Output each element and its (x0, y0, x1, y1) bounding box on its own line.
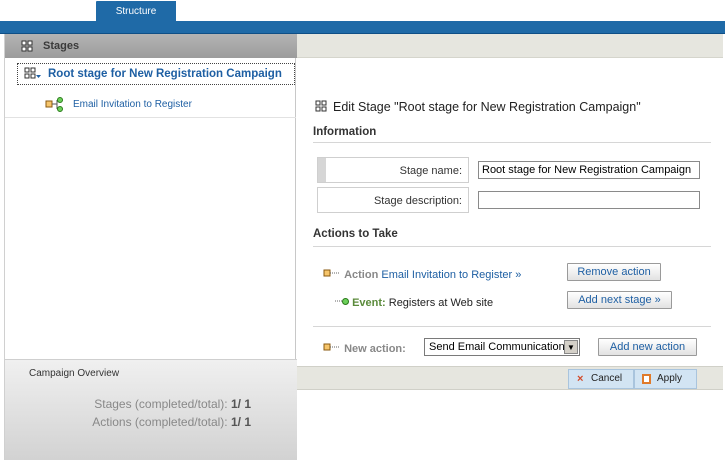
stage-name-input[interactable] (478, 161, 700, 179)
chevron-down-icon[interactable]: ▼ (564, 340, 578, 354)
apply-icon (642, 374, 651, 384)
cancel-button-label: Cancel (591, 373, 623, 384)
apply-button[interactable]: Apply (634, 369, 697, 389)
stages-panel: Stages Root stage for New Registration C… (4, 34, 297, 460)
actions-progress-value: 1/ 1 (230, 415, 251, 429)
event-row: Event: Registers at Web site (335, 297, 493, 309)
top-tab-bar: Structure (0, 0, 725, 22)
cancel-button[interactable]: × Cancel (568, 369, 634, 389)
action-connector-icon (323, 269, 344, 281)
stage-description-input[interactable] (478, 191, 700, 209)
add-next-stage-button[interactable]: Add next stage » (567, 291, 672, 309)
tab-structure[interactable]: Structure (96, 1, 176, 22)
remove-action-button[interactable]: Remove action (567, 263, 661, 281)
tree-item-root-stage[interactable]: Root stage for New Registration Campaign (17, 63, 295, 85)
edit-stage-footer: × Cancel Apply (297, 366, 723, 390)
header-band (0, 21, 725, 34)
new-action-label: New action: (344, 343, 406, 355)
information-heading: Information (313, 126, 377, 138)
page-title: Edit Stage "Root stage for New Registrat… (315, 100, 641, 115)
actions-progress-label: Actions (completed/total): (92, 415, 228, 429)
stage-grid-icon (315, 100, 327, 115)
campaign-overview: Campaign Overview Stages (completed/tota… (5, 359, 297, 460)
edit-stage-header-bar (297, 34, 723, 58)
add-new-action-button[interactable]: Add new action (598, 338, 697, 356)
stages-progress: Stages (completed/total): 1/ 1 (94, 397, 251, 411)
event-keyword: Event: (352, 297, 386, 309)
actions-divider (313, 246, 711, 247)
event-text: Registers at Web site (388, 297, 494, 309)
new-action-divider (313, 326, 711, 327)
actions-heading: Actions to Take (313, 228, 398, 240)
new-action-row: New action: (323, 343, 406, 355)
cancel-icon: × (577, 373, 584, 385)
new-action-select-value: Send Email Communication (429, 341, 565, 353)
event-connector-icon (335, 297, 352, 309)
tree-child-label: Email Invitation to Register (73, 99, 192, 110)
campaign-overview-title: Campaign Overview (29, 368, 120, 379)
stage-expand-icon[interactable] (24, 67, 42, 83)
information-divider (313, 142, 711, 143)
action-row: Action Email Invitation to Register » (323, 269, 521, 281)
edit-stage-panel: Edit Stage "Root stage for New Registrat… (297, 34, 723, 460)
stage-description-label: Stage description: (373, 195, 462, 207)
action-node-icon (45, 97, 67, 116)
tree-divider (5, 117, 296, 118)
stage-name-label-cell: Stage name: (317, 157, 469, 183)
tree-item-email-invitation[interactable]: Email Invitation to Register (45, 97, 285, 113)
new-action-select[interactable]: Send Email Communication ▼ (424, 338, 580, 356)
action-keyword: Action (344, 269, 379, 281)
page-title-text: Edit Stage "Root stage for New Registrat… (333, 100, 641, 114)
stages-panel-header: Stages (5, 34, 297, 58)
actions-progress: Actions (completed/total): 1/ 1 (92, 415, 251, 429)
stages-progress-value: 1/ 1 (230, 397, 251, 411)
stages-progress-label: Stages (completed/total): (94, 397, 228, 411)
apply-button-label: Apply (657, 373, 683, 384)
new-action-connector-icon (323, 343, 344, 355)
stage-description-label-cell: Stage description: (317, 187, 469, 213)
stage-name-label: Stage name: (399, 165, 462, 177)
stages-panel-title: Stages (43, 40, 80, 52)
action-link[interactable]: Email Invitation to Register » (381, 269, 521, 281)
tree-root-label: Root stage for New Registration Campaign (48, 68, 282, 80)
stage-grid-icon (21, 40, 33, 55)
